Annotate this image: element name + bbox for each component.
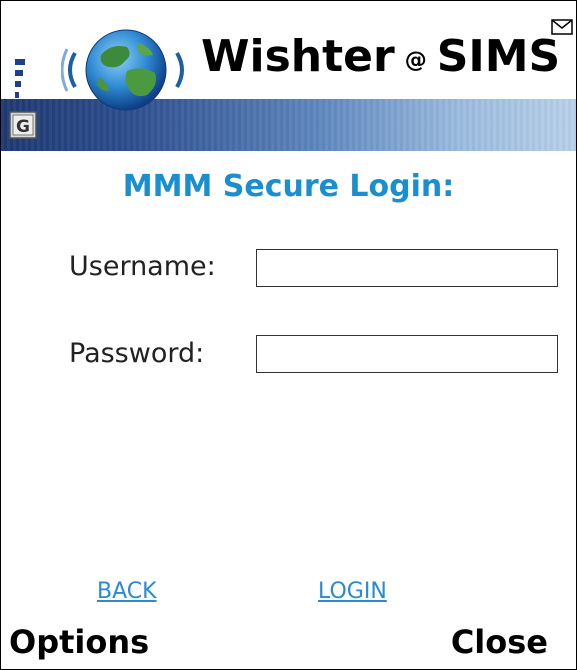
phone-screen: Wishter @ SIMS G MMM Secure Login: Usernam… xyxy=(0,0,577,670)
username-input[interactable] xyxy=(256,249,558,287)
page-title: MMM Secure Login: xyxy=(122,169,455,204)
app-header: Wishter @ SIMS G xyxy=(1,1,576,151)
app-name: Wishter xyxy=(201,31,395,82)
back-link[interactable]: BACK xyxy=(97,579,157,604)
options-softkey[interactable]: Options xyxy=(9,623,149,661)
password-label: Password: xyxy=(69,338,205,369)
mail-icon xyxy=(551,19,573,35)
g-connection-icon: G xyxy=(9,111,37,139)
app-title: Wishter @ SIMS xyxy=(201,31,560,82)
signal-strength-icon xyxy=(15,59,29,105)
g-letter: G xyxy=(16,117,30,137)
login-link[interactable]: LOGIN xyxy=(318,579,387,604)
brand-suffix: SIMS xyxy=(436,31,561,82)
close-softkey[interactable]: Close xyxy=(451,623,548,661)
password-input[interactable] xyxy=(256,335,558,373)
globe-logo-icon xyxy=(61,29,184,111)
username-label: Username: xyxy=(69,251,216,282)
at-symbol: @ xyxy=(404,48,427,73)
